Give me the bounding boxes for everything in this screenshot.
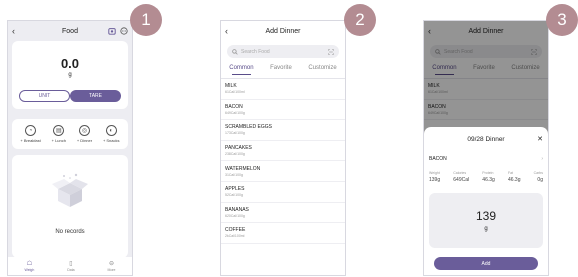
close-icon[interactable]: ✕ — [537, 135, 543, 143]
meal-label: + Lunch — [51, 138, 66, 143]
food-list: MILK 61Cal/100ml BACON 649Cal/100g SCRAMBL… — [221, 79, 345, 244]
scan-icon[interactable] — [328, 48, 334, 55]
empty-state-text: No records — [55, 229, 85, 235]
header: ‹ Food — [8, 21, 132, 41]
selected-food-name: BACON — [429, 156, 447, 162]
food-calories: 238Cal/100g — [225, 152, 245, 157]
food-calories: 173Cal/100g — [225, 131, 245, 136]
list-item[interactable]: COFFEE 2kCal/100ml — [221, 223, 345, 244]
records-card: No records — [12, 155, 128, 258]
add-food-sheet: 09/28 Dinner ✕ BACON › Weight 139g Calori… — [424, 127, 548, 275]
food-name: APPLES — [225, 186, 245, 193]
meal-snacks[interactable]: ◐ + Snacks — [103, 125, 120, 143]
meal-label: + Snacks — [102, 138, 120, 143]
list-item[interactable]: SCRAMBLED EGGS 173Cal/100g — [221, 120, 345, 141]
food-name: WATERMELON — [225, 165, 261, 172]
chevron-right-icon: › — [541, 156, 543, 162]
tab-weigh[interactable]: ☖ Weigh — [24, 260, 34, 272]
nutrition-summary: Weight 139g Calories 649Cal Protein 46.3g F… — [424, 171, 548, 183]
meal-label: + Dinner — [76, 138, 93, 143]
weight-display: 139 g — [429, 193, 543, 248]
search-input[interactable]: Search Food — [227, 45, 339, 58]
food-tabs: Common Favorite Customize — [221, 65, 345, 75]
food-calories: 31Cal/100g — [225, 172, 243, 177]
back-icon[interactable]: ‹ — [12, 26, 15, 36]
food-name: SCRAMBLED EGGS — [225, 124, 272, 131]
nutrition-label: Weight — [429, 171, 440, 175]
food-calories: 649Cal/100g — [225, 110, 245, 115]
scale-icon[interactable] — [108, 27, 116, 35]
lunch-icon: ▤ — [53, 125, 65, 136]
add-button[interactable]: Add — [434, 257, 538, 270]
list-item[interactable]: MILK 61Cal/100ml — [221, 79, 345, 100]
food-calories: 61Cal/100ml — [225, 90, 245, 95]
data-icon: ▯ — [69, 261, 73, 267]
scale-icon: ☖ — [26, 261, 33, 267]
search-placeholder: Search Food — [241, 48, 270, 55]
step-badge: 3 — [546, 4, 578, 36]
tab-more[interactable]: ⊖ More — [108, 260, 116, 272]
tab-label: More — [107, 268, 116, 272]
nutrition-label: Carbs — [533, 171, 543, 175]
step-badge: 1 — [130, 4, 162, 36]
food-name: BANANAS — [225, 206, 249, 213]
nutrition-label: Protein — [482, 171, 494, 175]
nutrition-value: 139g — [429, 177, 441, 183]
weight-value: 139 — [475, 209, 497, 223]
nutrition-value: 46.3g — [507, 177, 521, 183]
list-item[interactable]: WATERMELON 31Cal/100g — [221, 161, 345, 182]
food-name: PANCAKES — [225, 145, 252, 152]
food-name: BACON — [225, 103, 243, 110]
empty-box-icon — [52, 173, 88, 207]
phone-screen-add-dinner-sheet: ‹ Add Dinner Search Food Common Favorite… — [423, 20, 549, 276]
nutrition-label: Calories — [453, 171, 467, 175]
bottom-tab-bar: ☖ Weigh ▯ Data ⊖ More — [8, 257, 132, 275]
page-title: Food — [62, 27, 78, 35]
more-icon: ⊖ — [109, 261, 115, 267]
meal-dinner[interactable]: ◎ + Dinner — [77, 125, 92, 143]
tare-button[interactable]: TARE — [70, 90, 121, 102]
list-item[interactable]: APPLES 52Cal/100g — [221, 182, 345, 203]
tab-common[interactable]: Common — [229, 65, 254, 75]
list-item[interactable]: BANANAS 620Cal/100g — [221, 203, 345, 224]
page-title: Add Dinner — [265, 27, 301, 35]
tab-label: Data — [67, 268, 75, 272]
meal-label: + Breakfast — [20, 138, 41, 143]
weight-unit: g — [484, 226, 488, 232]
nutrition-value: 46.3g — [482, 177, 495, 183]
selected-food-row[interactable]: BACON › — [424, 156, 548, 162]
phone-screen-add-dinner: ‹ Add Dinner Search Food Common Favorite… — [220, 20, 346, 276]
unit-button[interactable]: UNIT — [19, 90, 71, 102]
meal-breakfast[interactable]: ◔ + Breakfast — [20, 125, 41, 143]
step-badge: 2 — [344, 4, 376, 36]
food-calories: 52Cal/100g — [225, 193, 243, 198]
weight-reading: 0.0 — [60, 56, 80, 71]
nutrition-label: Fat — [507, 171, 514, 175]
tab-label: Weigh — [24, 268, 35, 272]
snacks-icon: ◐ — [105, 125, 117, 136]
list-item[interactable]: BACON 649Cal/100g — [221, 100, 345, 121]
breakfast-icon: ◔ — [25, 125, 37, 136]
tab-favorite[interactable]: Favorite — [270, 65, 292, 71]
sheet-title: 09/28 Dinner — [467, 136, 505, 143]
dinner-icon: ◎ — [78, 125, 90, 136]
nutrition-value: 649Cal — [453, 177, 470, 183]
food-calories: 620Cal/100g — [225, 213, 245, 218]
tab-data[interactable]: ▯ Data — [67, 260, 74, 272]
header: ‹ Add Dinner — [221, 21, 345, 41]
list-item[interactable]: PANCAKES 238Cal/100g — [221, 141, 345, 162]
food-calories: 2kCal/100ml — [225, 234, 245, 239]
food-name: MILK — [225, 83, 237, 90]
phone-screen-food: ‹ Food 0.0 g UNIT TARE ◔ + Breakfast ▤ +… — [7, 20, 133, 276]
nutrition-value: 0g — [537, 177, 543, 183]
more-icon[interactable] — [120, 27, 128, 35]
back-icon[interactable]: ‹ — [225, 26, 228, 36]
meal-selector: ◔ + Breakfast ▤ + Lunch ◎ + Dinner ◐ + S… — [12, 119, 128, 149]
food-name: COFFEE — [225, 227, 246, 234]
weight-unit: g — [68, 72, 72, 78]
scale-card: 0.0 g UNIT TARE — [12, 41, 128, 109]
search-icon — [232, 48, 238, 55]
meal-lunch[interactable]: ▤ + Lunch — [52, 125, 66, 143]
tab-customize[interactable]: Customize — [308, 65, 336, 71]
